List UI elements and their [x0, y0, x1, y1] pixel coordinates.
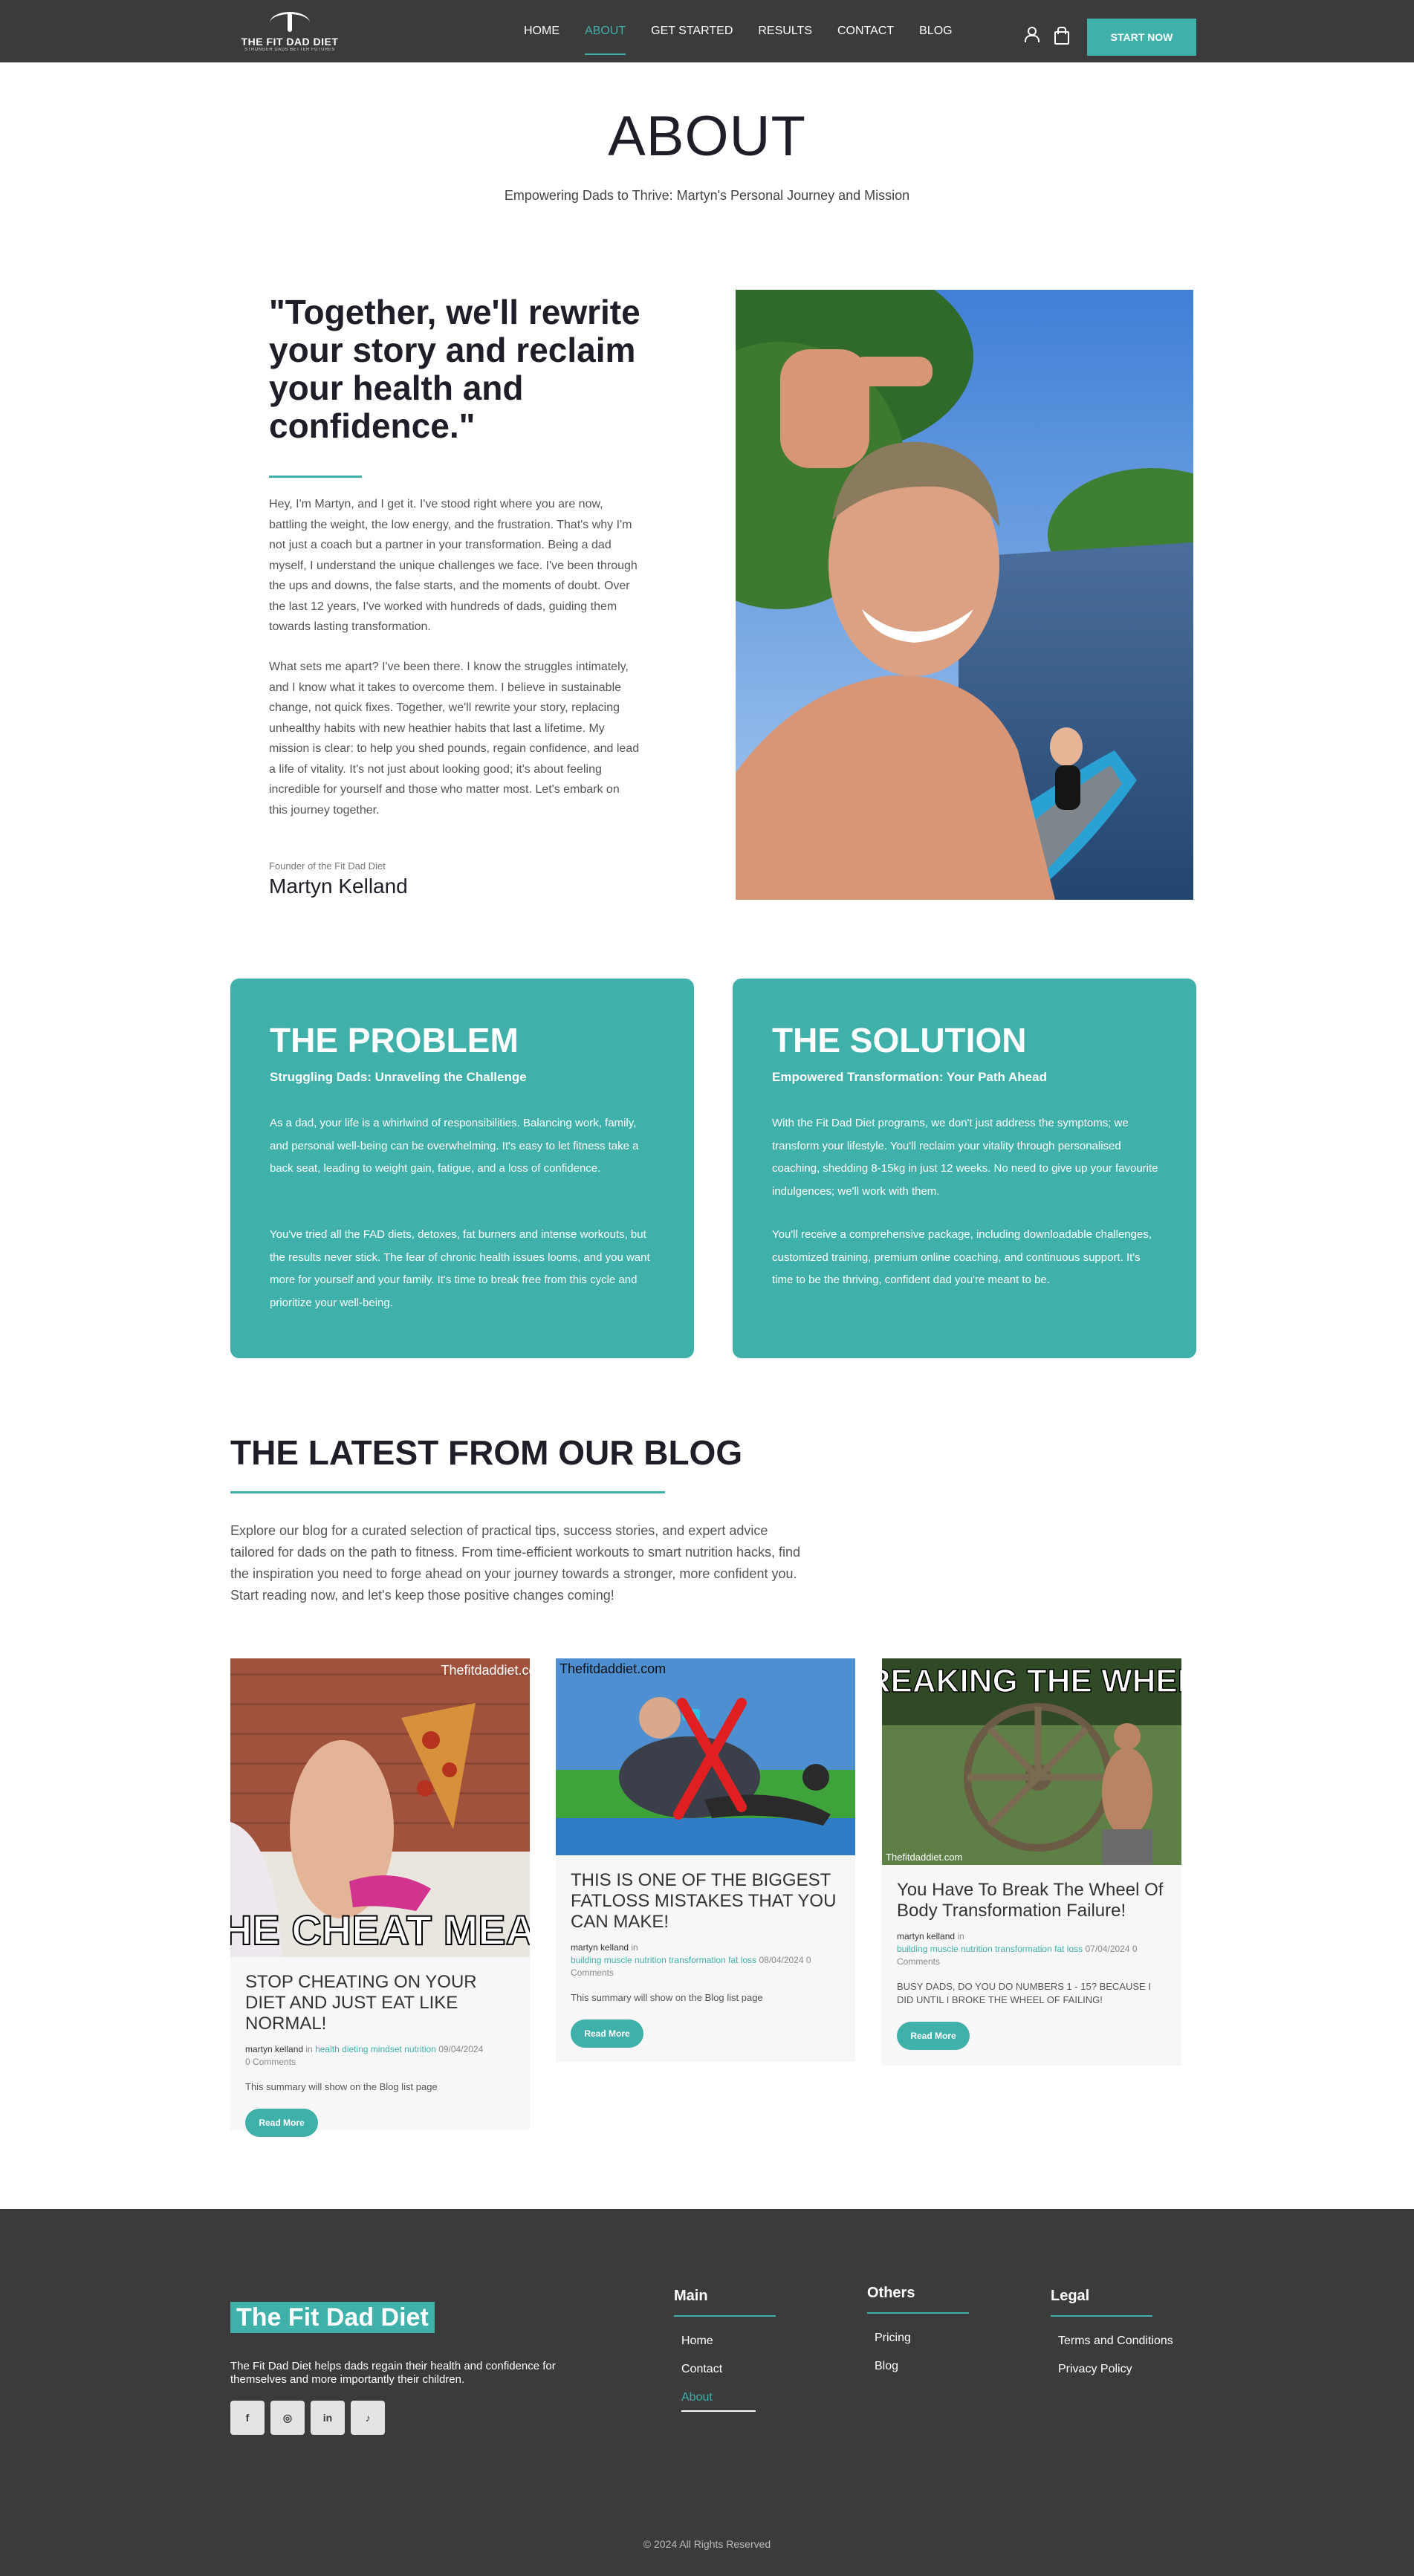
- post-in: in: [631, 1942, 638, 1953]
- blog-post-card[interactable]: Thefitdaddiet.com THE CHEAT MEAL STOP CH…: [230, 1658, 530, 2137]
- problem-paragraph-2: You've tried all the FAD diets, detoxes,…: [270, 1228, 650, 1309]
- logo-text: THE FIT DAD DIET: [241, 36, 339, 48]
- footer-legal-divider: [1051, 2315, 1152, 2317]
- nav-blog[interactable]: BLOG: [919, 0, 952, 62]
- hero-quote: "Together, we'll rewrite your story and …: [269, 293, 640, 445]
- copyright: © 2024 All Rights Reserved: [643, 2538, 771, 2550]
- post-author[interactable]: martyn kelland: [245, 2044, 303, 2054]
- footer-main-divider: [674, 2315, 776, 2317]
- nav-get-started[interactable]: GET STARTED: [651, 0, 733, 62]
- footer-others-title: Others: [867, 2285, 915, 2301]
- post-categories[interactable]: building muscle nutrition transformation…: [897, 1944, 1083, 1954]
- blog-post-title[interactable]: STOP CHEATING ON YOUR DIET AND JUST EAT …: [245, 1972, 515, 2034]
- nav-about[interactable]: ABOUT: [585, 0, 626, 62]
- footer-description: The Fit Dad Diet helps dads regain their…: [230, 2360, 556, 2386]
- footer-column-others: Others Pricing Blog: [867, 2285, 969, 2388]
- blog-post-summary: This summary will show on the Blog list …: [245, 2081, 438, 2092]
- post-categories[interactable]: health dieting mindset nutrition: [315, 2044, 436, 2054]
- post-1-caption: THE CHEAT MEAL: [230, 1907, 530, 1953]
- footer-column-main: Main Home Contact About: [674, 2288, 776, 2412]
- blog-post-summary: This summary will show on the Blog list …: [571, 1992, 763, 2003]
- problem-subtitle: Struggling Dads: Unraveling the Challeng…: [270, 1070, 527, 1084]
- site-logo[interactable]: THE FIT DAD DIET STRONGER DADS BETTER FU…: [238, 9, 342, 55]
- blog-post-meta: martyn kelland in building muscle nutrit…: [571, 1941, 840, 1979]
- page-title: ABOUT: [608, 105, 806, 168]
- post-1-watermark: Thefitdaddiet.com: [441, 1663, 530, 1678]
- start-now-button[interactable]: START NOW: [1087, 19, 1196, 56]
- blog-post-meta: martyn kelland in health dieting mindset…: [245, 2043, 515, 2069]
- blog-post-title[interactable]: THIS IS ONE OF THE BIGGEST FATLOSS MISTA…: [571, 1870, 840, 1933]
- read-more-button[interactable]: Read More: [897, 2022, 970, 2050]
- post-3-watermark: Thefitdaddiet.com: [886, 1852, 962, 1863]
- bio-paragraph-2: What sets me apart? I've been there. I k…: [269, 661, 640, 817]
- solution-card: THE SOLUTION Empowered Transformation: Y…: [733, 979, 1196, 1358]
- footer-main-title: Main: [674, 2288, 708, 2304]
- footer-link-terms[interactable]: Terms and Conditions: [1058, 2335, 1173, 2363]
- bio-paragraph-1: Hey, I'm Martyn, and I get it. I've stoo…: [269, 498, 638, 633]
- logo-tagline: STRONGER DADS BETTER FUTURES: [244, 48, 335, 52]
- nav-contact[interactable]: CONTACT: [837, 0, 894, 62]
- tiktok-icon[interactable]: ♪: [351, 2401, 385, 2435]
- post-2-watermark: Thefitdaddiet.com: [560, 1661, 666, 1676]
- site-header: THE FIT DAD DIET STRONGER DADS BETTER FU…: [0, 0, 1414, 62]
- blog-post-card[interactable]: Thefitdaddiet.com THIS IS ONE OF THE BIG…: [556, 1658, 855, 2062]
- blog-section-title: THE LATEST FROM OUR BLOG: [230, 1433, 743, 1472]
- footer-link-home[interactable]: Home: [681, 2335, 776, 2363]
- post-categories[interactable]: building muscle nutrition transformation…: [571, 1955, 756, 1965]
- read-more-button[interactable]: Read More: [571, 2019, 643, 2048]
- problem-paragraph-1: As a dad, your life is a whirlwind of re…: [270, 1117, 639, 1175]
- instagram-icon[interactable]: ◎: [270, 2401, 305, 2435]
- post-in: in: [305, 2044, 313, 2054]
- footer-legal-title: Legal: [1051, 2288, 1090, 2304]
- blog-post-image[interactable]: Thefitdaddiet.com: [556, 1658, 855, 1855]
- main-nav: HOME ABOUT GET STARTED RESULTS CONTACT B…: [524, 0, 953, 62]
- facebook-icon[interactable]: f: [230, 2401, 265, 2435]
- footer-link-pricing[interactable]: Pricing: [875, 2332, 969, 2360]
- post-in: in: [957, 1931, 964, 1941]
- user-icon[interactable]: [1024, 27, 1040, 42]
- footer-brand: The Fit Dad Diet: [230, 2302, 435, 2333]
- blog-post-image[interactable]: Thefitdaddiet.com THE CHEAT MEAL: [230, 1658, 530, 1957]
- post-comments[interactable]: 0 Comments: [245, 2057, 296, 2067]
- shopping-bag-icon[interactable]: [1054, 27, 1069, 45]
- problem-title: THE PROBLEM: [270, 1021, 519, 1060]
- solution-paragraph-1: With the Fit Dad Diet programs, we don't…: [772, 1117, 1158, 1198]
- post-author[interactable]: martyn kelland: [897, 1931, 955, 1941]
- blog-post-title[interactable]: You Have To Break The Wheel Of Body Tran…: [897, 1880, 1167, 1921]
- post-date: 08/04/2024: [759, 1955, 804, 1965]
- blog-intro: Explore our blog for a curated selection…: [230, 1523, 801, 1603]
- founder-photo: [736, 290, 1193, 900]
- footer-column-legal: Legal Terms and Conditions Privacy Polic…: [1051, 2288, 1173, 2391]
- blog-post-image[interactable]: BREAKING THE WHEEL Thefitdaddiet.com: [882, 1658, 1181, 1865]
- quote-divider: [269, 476, 362, 478]
- blog-divider: [230, 1491, 665, 1493]
- social-links: f ◎ in ♪: [230, 2401, 385, 2435]
- site-footer: The Fit Dad Diet The Fit Dad Diet helps …: [0, 2209, 1414, 2576]
- footer-link-contact[interactable]: Contact: [681, 2363, 776, 2391]
- nav-results[interactable]: RESULTS: [758, 0, 812, 62]
- post-date: 09/04/2024: [438, 2044, 484, 2054]
- founder-name: Martyn Kelland: [269, 875, 408, 898]
- footer-link-privacy[interactable]: Privacy Policy: [1058, 2363, 1173, 2391]
- footer-link-about[interactable]: About: [681, 2391, 756, 2412]
- nav-home[interactable]: HOME: [524, 0, 560, 62]
- blog-post-card[interactable]: BREAKING THE WHEEL Thefitdaddiet.com You…: [882, 1658, 1181, 2066]
- problem-card: THE PROBLEM Struggling Dads: Unraveling …: [230, 979, 694, 1358]
- footer-others-divider: [867, 2312, 969, 2314]
- founder-label: Founder of the Fit Dad Diet: [269, 860, 386, 872]
- blog-post-summary: BUSY DADS, DO YOU DO NUMBERS 1 - 15? BEC…: [897, 1981, 1151, 2005]
- solution-title: THE SOLUTION: [772, 1021, 1027, 1060]
- post-date: 07/04/2024: [1085, 1944, 1130, 1954]
- linkedin-icon[interactable]: in: [311, 2401, 345, 2435]
- solution-subtitle: Empowered Transformation: Your Path Ahea…: [772, 1070, 1047, 1084]
- solution-paragraph-2: You'll receive a comprehensive package, …: [772, 1228, 1152, 1286]
- page-subtitle: Empowering Dads to Thrive: Martyn's Pers…: [504, 188, 910, 203]
- blog-post-meta: martyn kelland in building muscle nutrit…: [897, 1930, 1167, 1968]
- footer-link-blog[interactable]: Blog: [875, 2360, 969, 2388]
- logo-mark-icon: [270, 12, 310, 34]
- post-author[interactable]: martyn kelland: [571, 1942, 629, 1953]
- read-more-button[interactable]: Read More: [245, 2109, 318, 2137]
- post-3-caption: BREAKING THE WHEEL: [882, 1663, 1181, 1699]
